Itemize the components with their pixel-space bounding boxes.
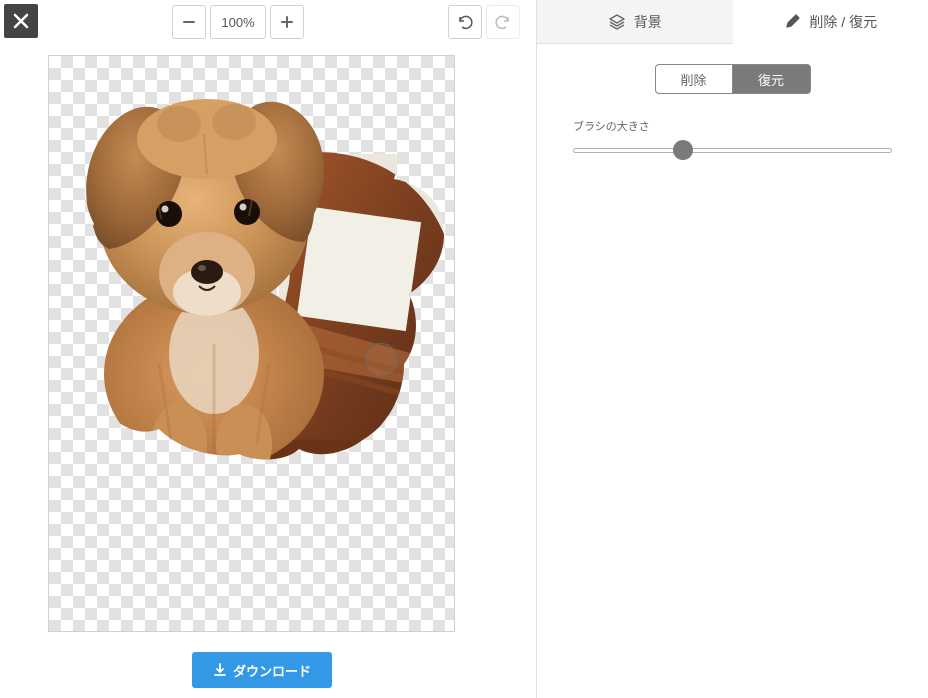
mode-toggle: 削除 復元	[573, 64, 892, 94]
image-subject	[49, 64, 454, 464]
right-panel: 背景 削除 / 復元 削除 復元 ブラシの大きさ	[536, 0, 928, 698]
panel-tabs: 背景 削除 / 復元	[537, 0, 928, 44]
download-button[interactable]: ダウンロード	[192, 652, 332, 688]
download-label: ダウンロード	[233, 661, 311, 680]
minus-icon	[182, 15, 196, 29]
brush-size-label: ブラシの大きさ	[573, 118, 892, 134]
toolbar	[0, 0, 536, 44]
undo-icon	[456, 13, 474, 31]
plus-icon	[280, 15, 294, 29]
canvas-container[interactable]	[48, 55, 455, 632]
tab-background-label: 背景	[634, 12, 662, 32]
slider-thumb[interactable]	[673, 140, 693, 160]
tab-erase-restore-label: 削除 / 復元	[809, 12, 877, 32]
redo-button[interactable]	[486, 5, 520, 39]
zoom-in-button[interactable]	[270, 5, 304, 39]
undo-redo-group	[448, 5, 520, 39]
brush-cursor	[364, 343, 398, 377]
editor-main-area: ダウンロード	[0, 0, 536, 698]
undo-button[interactable]	[448, 5, 482, 39]
tab-erase-restore[interactable]: 削除 / 復元	[733, 0, 928, 44]
brush-size-slider[interactable]	[573, 140, 892, 160]
mode-erase-button[interactable]: 削除	[655, 64, 733, 94]
layers-icon	[608, 13, 626, 31]
zoom-out-button[interactable]	[172, 5, 206, 39]
zoom-level-input[interactable]	[210, 5, 266, 39]
slider-track	[573, 148, 892, 153]
brush-icon	[783, 13, 801, 31]
mode-erase-label: 削除	[680, 70, 706, 89]
transparency-checkerboard	[49, 56, 454, 631]
redo-icon	[494, 13, 512, 31]
mode-restore-label: 復元	[758, 70, 784, 89]
mode-restore-button[interactable]: 復元	[733, 64, 811, 94]
panel-body: 削除 復元 ブラシの大きさ	[537, 44, 928, 698]
download-icon	[213, 663, 227, 677]
tab-background[interactable]: 背景	[537, 0, 733, 43]
